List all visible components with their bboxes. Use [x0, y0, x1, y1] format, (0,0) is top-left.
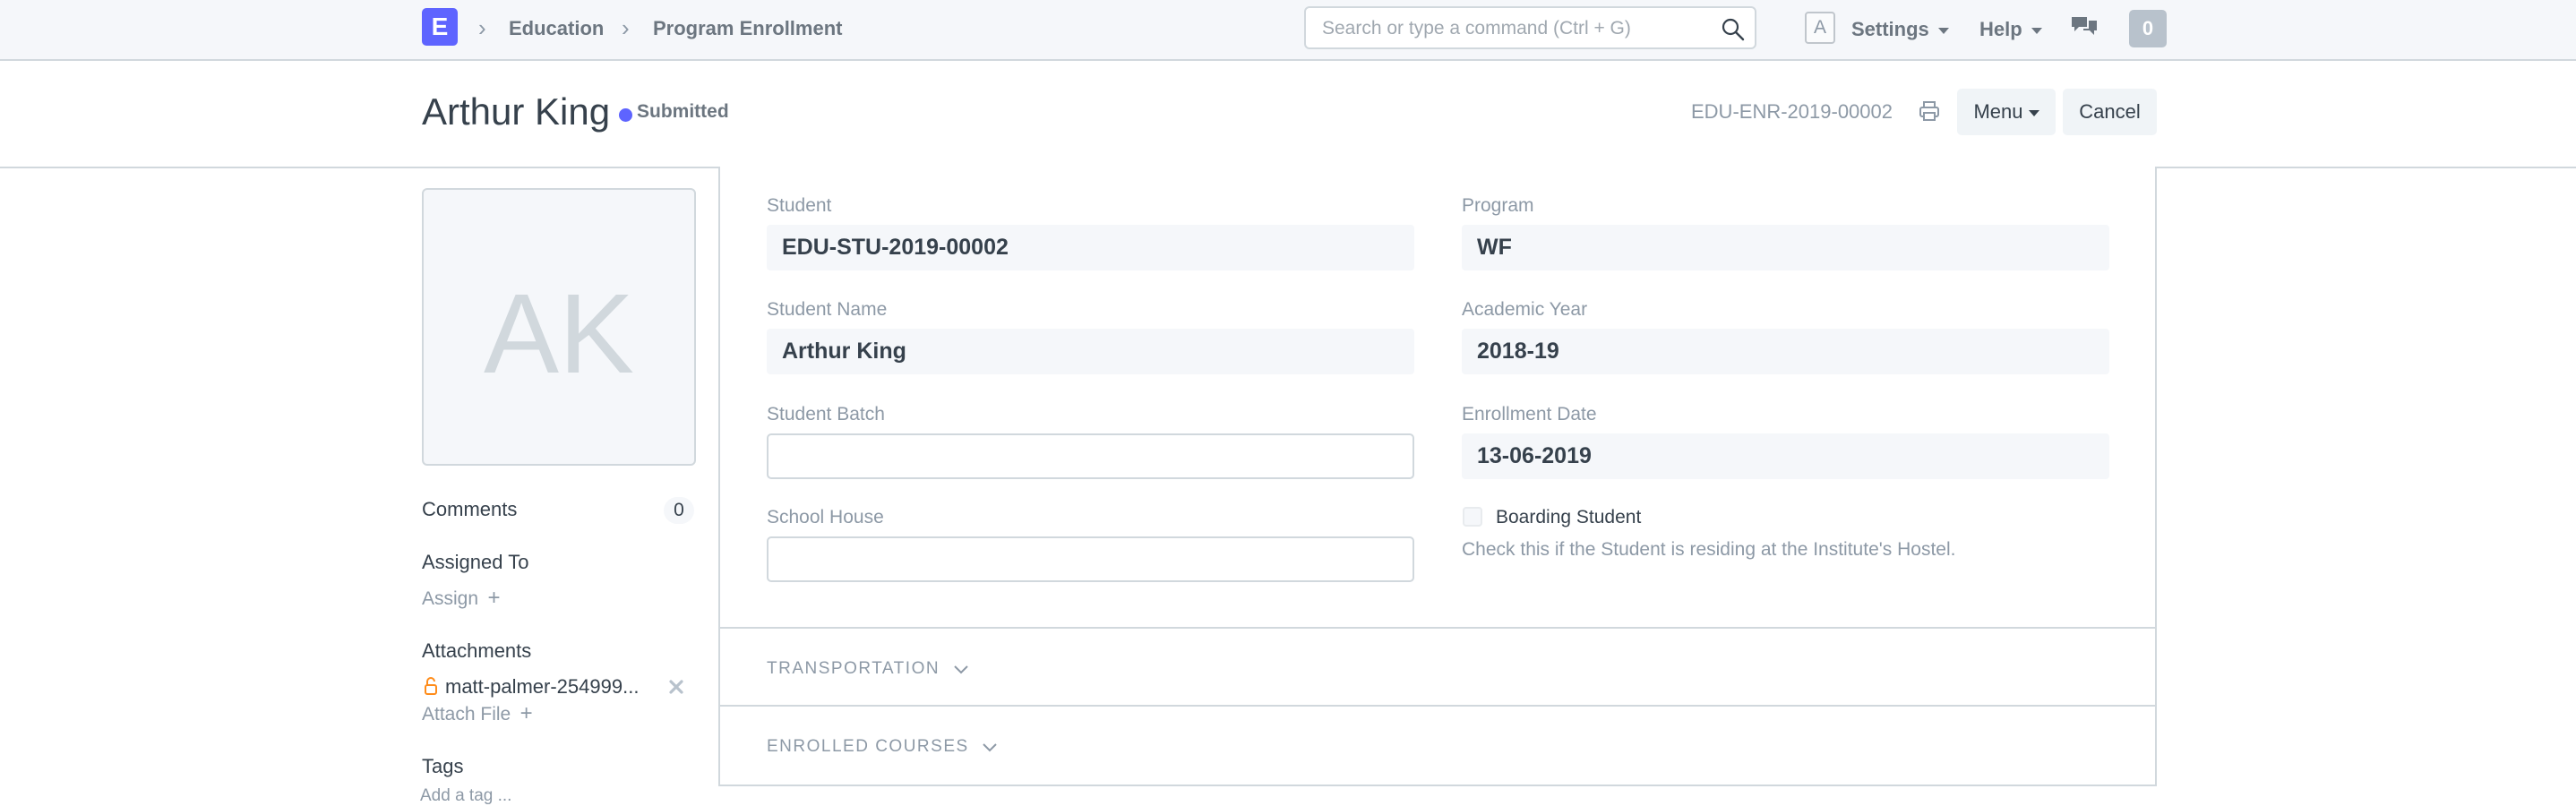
caret-down-icon — [2031, 27, 2042, 34]
menu-button[interactable]: Menu — [1957, 89, 2056, 135]
user-avatar[interactable]: A — [1805, 12, 1835, 44]
breadcrumb-program-enrollment[interactable]: Program Enrollment — [653, 17, 842, 40]
attach-file-link[interactable]: Attach File + — [422, 701, 533, 726]
enrollment-date-field[interactable]: 13-06-2019 — [1462, 433, 2109, 479]
help-label: Help — [1979, 18, 2022, 40]
close-icon[interactable] — [668, 679, 684, 695]
app-logo[interactable]: E — [422, 8, 458, 46]
chevron-right-icon: › — [622, 14, 630, 41]
help-dropdown[interactable]: Help — [1979, 18, 2042, 41]
profile-image-placeholder[interactable]: AK — [422, 188, 696, 466]
section-transportation-header[interactable]: TRANSPORTATION — [767, 659, 969, 679]
chevron-down-icon — [953, 665, 968, 674]
school-house-input[interactable] — [767, 536, 1414, 582]
search-icon[interactable] — [1721, 17, 1746, 42]
status-badge: Submitted — [637, 101, 729, 122]
section-divider — [718, 627, 2157, 629]
student-name-field-label: Student Name — [767, 299, 888, 320]
plus-icon: + — [519, 701, 533, 725]
caret-down-icon — [1937, 27, 1949, 34]
section-transportation-title: TRANSPORTATION — [767, 659, 940, 678]
student-name-field[interactable]: Arthur King — [767, 329, 1414, 374]
menu-button-label: Menu — [1973, 100, 2023, 123]
status-indicator-dot — [619, 108, 632, 122]
breadcrumb-education[interactable]: Education — [509, 17, 604, 40]
academic-year-field[interactable]: 2018-19 — [1462, 329, 2109, 374]
enrollment-date-field-label: Enrollment Date — [1462, 404, 1597, 424]
student-batch-input[interactable] — [767, 433, 1414, 479]
comments-count-badge: 0 — [664, 497, 694, 524]
search-bar[interactable] — [1304, 6, 1756, 49]
attachment-file-link[interactable]: matt-palmer-254999... — [445, 675, 639, 699]
chevron-right-icon: › — [478, 14, 486, 41]
print-icon[interactable] — [1918, 99, 1941, 123]
comments-label: Comments — [422, 498, 518, 520]
program-field-label: Program — [1462, 195, 1534, 216]
page-head — [0, 61, 2576, 168]
caret-down-icon — [2028, 109, 2039, 116]
settings-dropdown[interactable]: Settings — [1851, 18, 1949, 41]
section-enrolled-courses-title: ENROLLED COURSES — [767, 737, 969, 756]
attach-file-label: Attach File — [422, 704, 511, 725]
student-batch-field-label: Student Batch — [767, 404, 885, 424]
search-input[interactable] — [1320, 15, 1709, 42]
navbar: E › Education › Program Enrollment A Set… — [0, 0, 2576, 61]
chevron-down-icon — [983, 743, 997, 752]
boarding-student-label[interactable]: Boarding Student — [1496, 507, 1641, 528]
notification-badge[interactable]: 0 — [2129, 10, 2167, 47]
attachments-label: Attachments — [422, 639, 532, 662]
chat-icon[interactable] — [2071, 15, 2098, 39]
page-title: Arthur King — [422, 90, 611, 133]
document-name: EDU-ENR-2019-00002 — [1691, 100, 1893, 123]
settings-label: Settings — [1851, 18, 1929, 40]
boarding-student-checkbox[interactable] — [1463, 507, 1482, 527]
assign-label: Assign — [422, 588, 479, 609]
program-field[interactable]: WF — [1462, 225, 2109, 270]
assign-link[interactable]: Assign + — [422, 586, 501, 611]
section-divider — [718, 705, 2157, 707]
student-field[interactable]: EDU-STU-2019-00002 — [767, 225, 1414, 270]
assigned-to-label: Assigned To — [422, 551, 529, 573]
unlock-icon — [425, 677, 437, 695]
academic-year-field-label: Academic Year — [1462, 299, 1588, 320]
avatar-initials: AK — [483, 270, 635, 397]
plus-icon: + — [487, 586, 501, 610]
section-enrolled-courses-header[interactable]: ENROLLED COURSES — [767, 737, 998, 757]
tags-label: Tags — [422, 755, 464, 777]
add-tag-link[interactable]: Add a tag ... — [420, 786, 511, 806]
boarding-student-help-text: Check this if the Student is residing at… — [1462, 539, 1956, 560]
school-house-field-label: School House — [767, 507, 884, 527]
student-field-label: Student — [767, 195, 832, 216]
cancel-button[interactable]: Cancel — [2063, 89, 2157, 135]
